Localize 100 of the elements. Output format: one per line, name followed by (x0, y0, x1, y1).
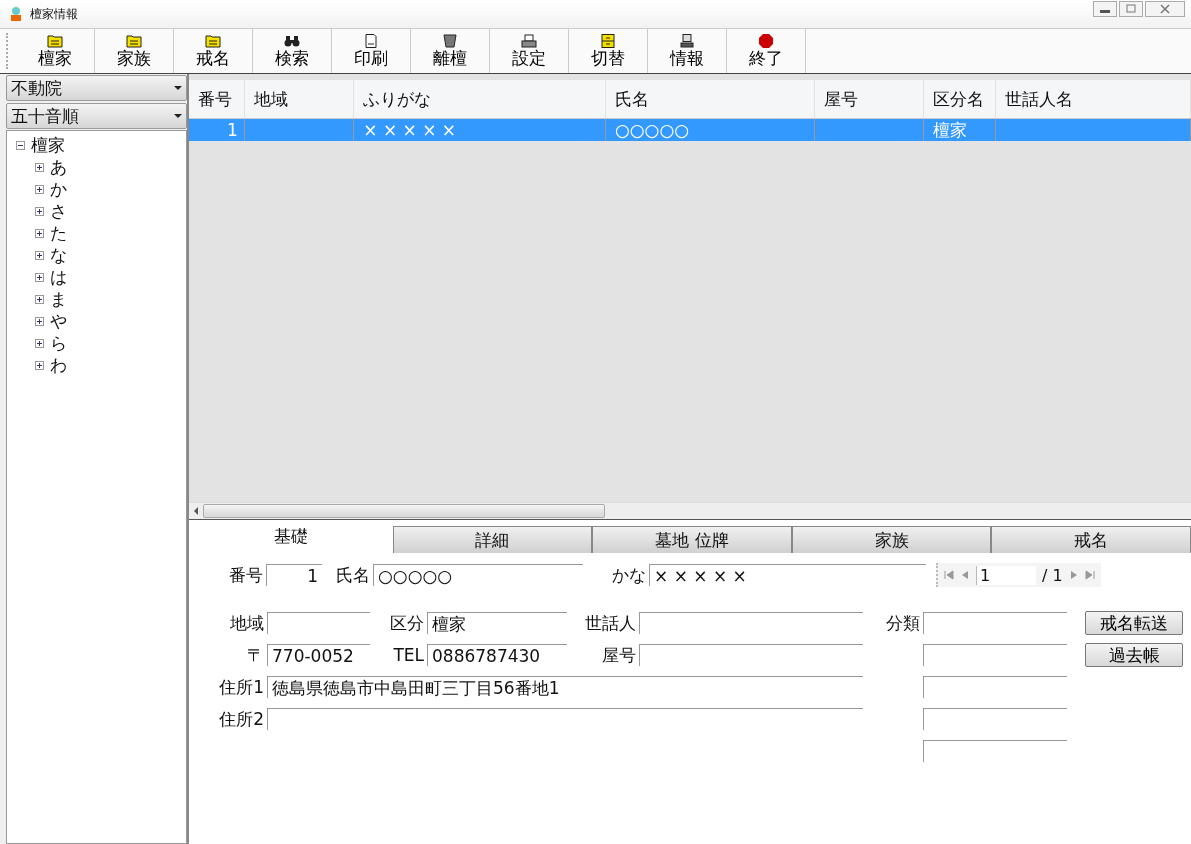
window-title: 檀家情報 (30, 5, 78, 23)
text-field[interactable] (639, 612, 863, 634)
column-header[interactable]: 世話人名 (996, 80, 1191, 118)
tree-item[interactable]: な (50, 243, 67, 267)
expand-icon[interactable] (35, 184, 44, 194)
text-field[interactable] (923, 740, 1067, 762)
tree-item[interactable]: わ (50, 353, 67, 377)
toolbar-button[interactable]: 切替 (569, 29, 648, 73)
minimize-icon[interactable] (1093, 1, 1117, 17)
dropdown[interactable]: 不動院 (6, 75, 187, 101)
number-field[interactable]: 1 (266, 564, 322, 586)
previous-record-icon[interactable] (960, 570, 970, 580)
expand-icon[interactable] (35, 228, 44, 238)
field-label: TEL (392, 645, 425, 665)
tree-item[interactable]: た (50, 221, 67, 245)
tab[interactable]: 戒名 (991, 526, 1191, 553)
tree-item[interactable]: さ (50, 199, 67, 223)
first-record-icon[interactable] (944, 570, 954, 580)
tree-item[interactable]: や (50, 309, 67, 333)
text-field[interactable] (267, 612, 370, 634)
folder-icon (126, 34, 142, 48)
expand-icon[interactable] (35, 162, 44, 172)
computer-icon (679, 34, 695, 48)
tab[interactable]: 詳細 (392, 526, 593, 553)
record-total: / 1 (1042, 565, 1063, 585)
expand-icon[interactable] (35, 338, 44, 348)
caret-icon (174, 114, 182, 118)
table-cell: ○○○○○ (605, 119, 815, 141)
text-field[interactable] (923, 708, 1067, 730)
last-record-icon[interactable] (1084, 570, 1095, 580)
toolbar-button[interactable]: 終了 (727, 29, 806, 73)
expand-icon[interactable] (35, 206, 44, 216)
expand-icon[interactable] (35, 250, 44, 260)
column-header[interactable]: 氏名 (605, 80, 815, 118)
toolbar-button[interactable]: 印刷 (332, 29, 411, 73)
tree-item[interactable]: ら (50, 331, 67, 355)
column-header[interactable]: 地域 (244, 80, 355, 118)
toolbar-button[interactable]: 檀家 (16, 29, 95, 73)
toolbar-button[interactable]: 戒名 (174, 29, 253, 73)
folder-icon (205, 34, 221, 48)
stop-sign-icon (758, 34, 774, 48)
form-button[interactable]: 戒名転送 (1085, 611, 1183, 635)
text-field[interactable]: 0886787430 (427, 644, 567, 666)
text-field[interactable]: 770-0052 (267, 644, 370, 666)
field-label: かな (611, 563, 647, 587)
form-button[interactable]: 過去帳 (1085, 643, 1183, 667)
collapse-icon[interactable] (16, 140, 25, 150)
tree-item[interactable]: あ (50, 155, 67, 179)
toolbar-button[interactable]: 検索 (253, 29, 332, 73)
name-field[interactable]: ○○○○○ (373, 564, 583, 586)
field-label: 屋号 (601, 643, 637, 667)
field-label: 地域 (229, 611, 265, 635)
field-label: 氏名 (335, 563, 371, 587)
text-field[interactable] (267, 708, 863, 730)
field-label: 住所1 (218, 675, 265, 699)
record-position-field[interactable]: 1 (976, 565, 1036, 585)
kana-field[interactable]: × × × × × (649, 564, 926, 586)
expand-icon[interactable] (35, 294, 44, 304)
text-field[interactable] (639, 644, 863, 666)
text-field[interactable] (923, 676, 1067, 698)
toolbar-button[interactable]: 家族 (95, 29, 174, 73)
expand-icon[interactable] (35, 272, 44, 282)
app-icon (8, 6, 24, 22)
tab[interactable]: 墓地 位牌 (592, 526, 792, 553)
caret-icon (174, 86, 182, 90)
bucket-icon (442, 34, 458, 48)
field-label: 住所2 (218, 707, 265, 731)
expand-icon[interactable] (35, 360, 44, 370)
binoculars-icon (284, 34, 300, 48)
field-label: 世話人 (584, 611, 637, 635)
column-header[interactable]: 番号 (189, 80, 245, 118)
text-field[interactable]: 檀家 (427, 612, 567, 634)
toolbar-button[interactable]: 離檀 (411, 29, 490, 73)
field-label: 〒 (246, 643, 265, 667)
text-field[interactable] (923, 612, 1067, 634)
table-cell: × × × × × (354, 119, 606, 141)
dropdown[interactable]: 五十音順 (6, 103, 187, 129)
tree-item[interactable]: 檀家 (31, 133, 65, 157)
printer-icon (521, 34, 537, 48)
toolbar-button[interactable]: 設定 (490, 29, 569, 73)
field-label: 分類 (885, 611, 921, 635)
text-field[interactable]: 徳島県徳島市中島田町三丁目56番地1 (267, 676, 863, 698)
horizontal-scrollbar[interactable] (189, 502, 1191, 519)
toolbar-button[interactable]: 情報 (648, 29, 727, 73)
close-icon[interactable] (1145, 1, 1185, 17)
tree-item[interactable]: は (50, 265, 67, 289)
table-cell: 檀家 (924, 119, 996, 141)
table-cell: 1 (189, 119, 245, 141)
tab[interactable]: 家族 (791, 526, 992, 553)
text-field[interactable] (923, 644, 1067, 666)
field-label: 番号 (228, 563, 264, 587)
scroll-left-icon[interactable] (193, 507, 199, 515)
next-record-icon[interactable] (1068, 570, 1079, 580)
tree-item[interactable]: ま (50, 287, 67, 311)
column-header[interactable]: 屋号 (814, 80, 925, 118)
folder-icon (47, 34, 63, 48)
column-header[interactable]: ふりがな (354, 80, 606, 118)
column-header[interactable]: 区分名 (924, 80, 996, 118)
tree-item[interactable]: か (50, 177, 67, 201)
expand-icon[interactable] (35, 316, 44, 326)
